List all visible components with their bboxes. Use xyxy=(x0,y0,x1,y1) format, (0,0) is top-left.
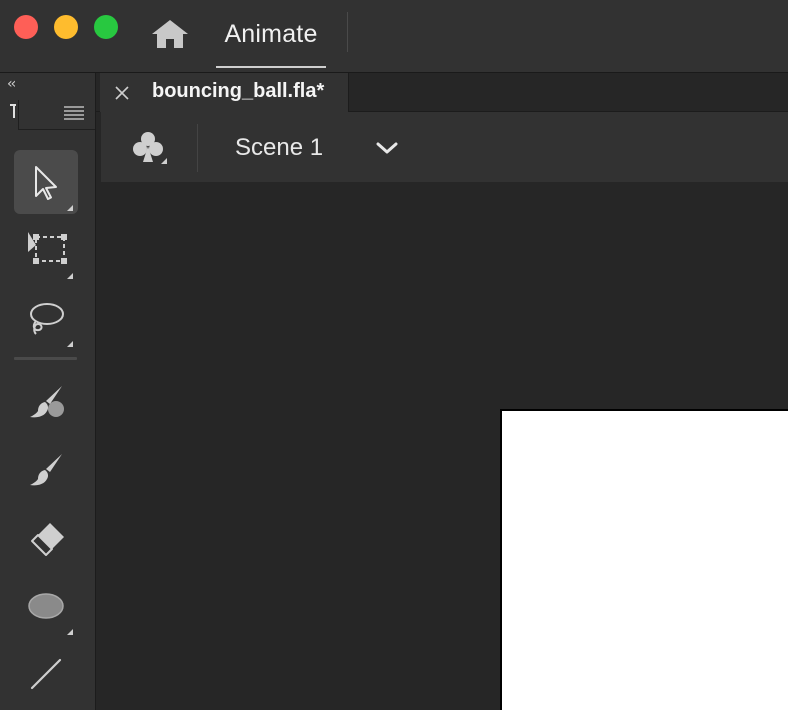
arrow-pointer-icon xyxy=(35,166,73,211)
stage-canvas[interactable] xyxy=(500,409,788,710)
free-transform-tool[interactable] xyxy=(14,218,78,282)
lasso-tool[interactable] xyxy=(14,286,78,350)
brush-icon xyxy=(30,454,62,486)
paint-brush-tool[interactable] xyxy=(14,372,78,436)
club-symbol-icon xyxy=(133,132,167,164)
close-icon[interactable] xyxy=(114,85,130,101)
scene-dropdown-button[interactable] xyxy=(375,139,399,157)
home-button[interactable] xyxy=(150,18,190,50)
window-maximize-button[interactable] xyxy=(94,15,118,39)
lasso-icon xyxy=(30,303,73,347)
window-minimize-button[interactable] xyxy=(54,15,78,39)
line-icon xyxy=(30,658,62,690)
document-tab-title: bouncing_ball.fla* xyxy=(152,80,325,102)
scene-bar-divider xyxy=(197,124,198,172)
panel-tab-edge xyxy=(18,100,19,130)
scene-name: Scene 1 xyxy=(235,134,324,161)
document-tab-bar: bouncing_ball.fla* xyxy=(96,73,788,112)
title-divider xyxy=(347,12,348,52)
free-transform-icon xyxy=(28,232,73,279)
tool-group-separator xyxy=(14,357,77,360)
oval-tool[interactable] xyxy=(14,574,78,638)
line-tool[interactable] xyxy=(14,642,78,706)
oval-icon xyxy=(28,593,73,635)
scene-bar: Scene 1 xyxy=(101,112,788,182)
panel-tab-stub xyxy=(10,104,16,118)
brush-tool[interactable] xyxy=(14,440,78,504)
selection-tool[interactable] xyxy=(14,150,78,214)
window-close-button[interactable] xyxy=(14,15,38,39)
eraser-icon xyxy=(31,523,64,556)
panel-menu-button[interactable] xyxy=(63,105,85,121)
chevron-down-icon xyxy=(376,142,398,154)
active-tab-indicator xyxy=(216,66,326,68)
eraser-tool[interactable] xyxy=(14,506,78,570)
hamburger-menu-icon xyxy=(64,106,84,120)
app-tab-animate[interactable]: Animate xyxy=(216,0,326,68)
paint-brush-icon xyxy=(30,386,64,418)
panel-tab-edge-bottom xyxy=(18,129,95,130)
collapse-panel-button[interactable]: ‹‹ xyxy=(7,76,16,92)
edit-symbols-button[interactable] xyxy=(129,130,169,166)
home-icon xyxy=(152,20,188,48)
document-tab[interactable]: bouncing_ball.fla* xyxy=(100,73,349,112)
title-bar: Animate xyxy=(0,0,788,73)
